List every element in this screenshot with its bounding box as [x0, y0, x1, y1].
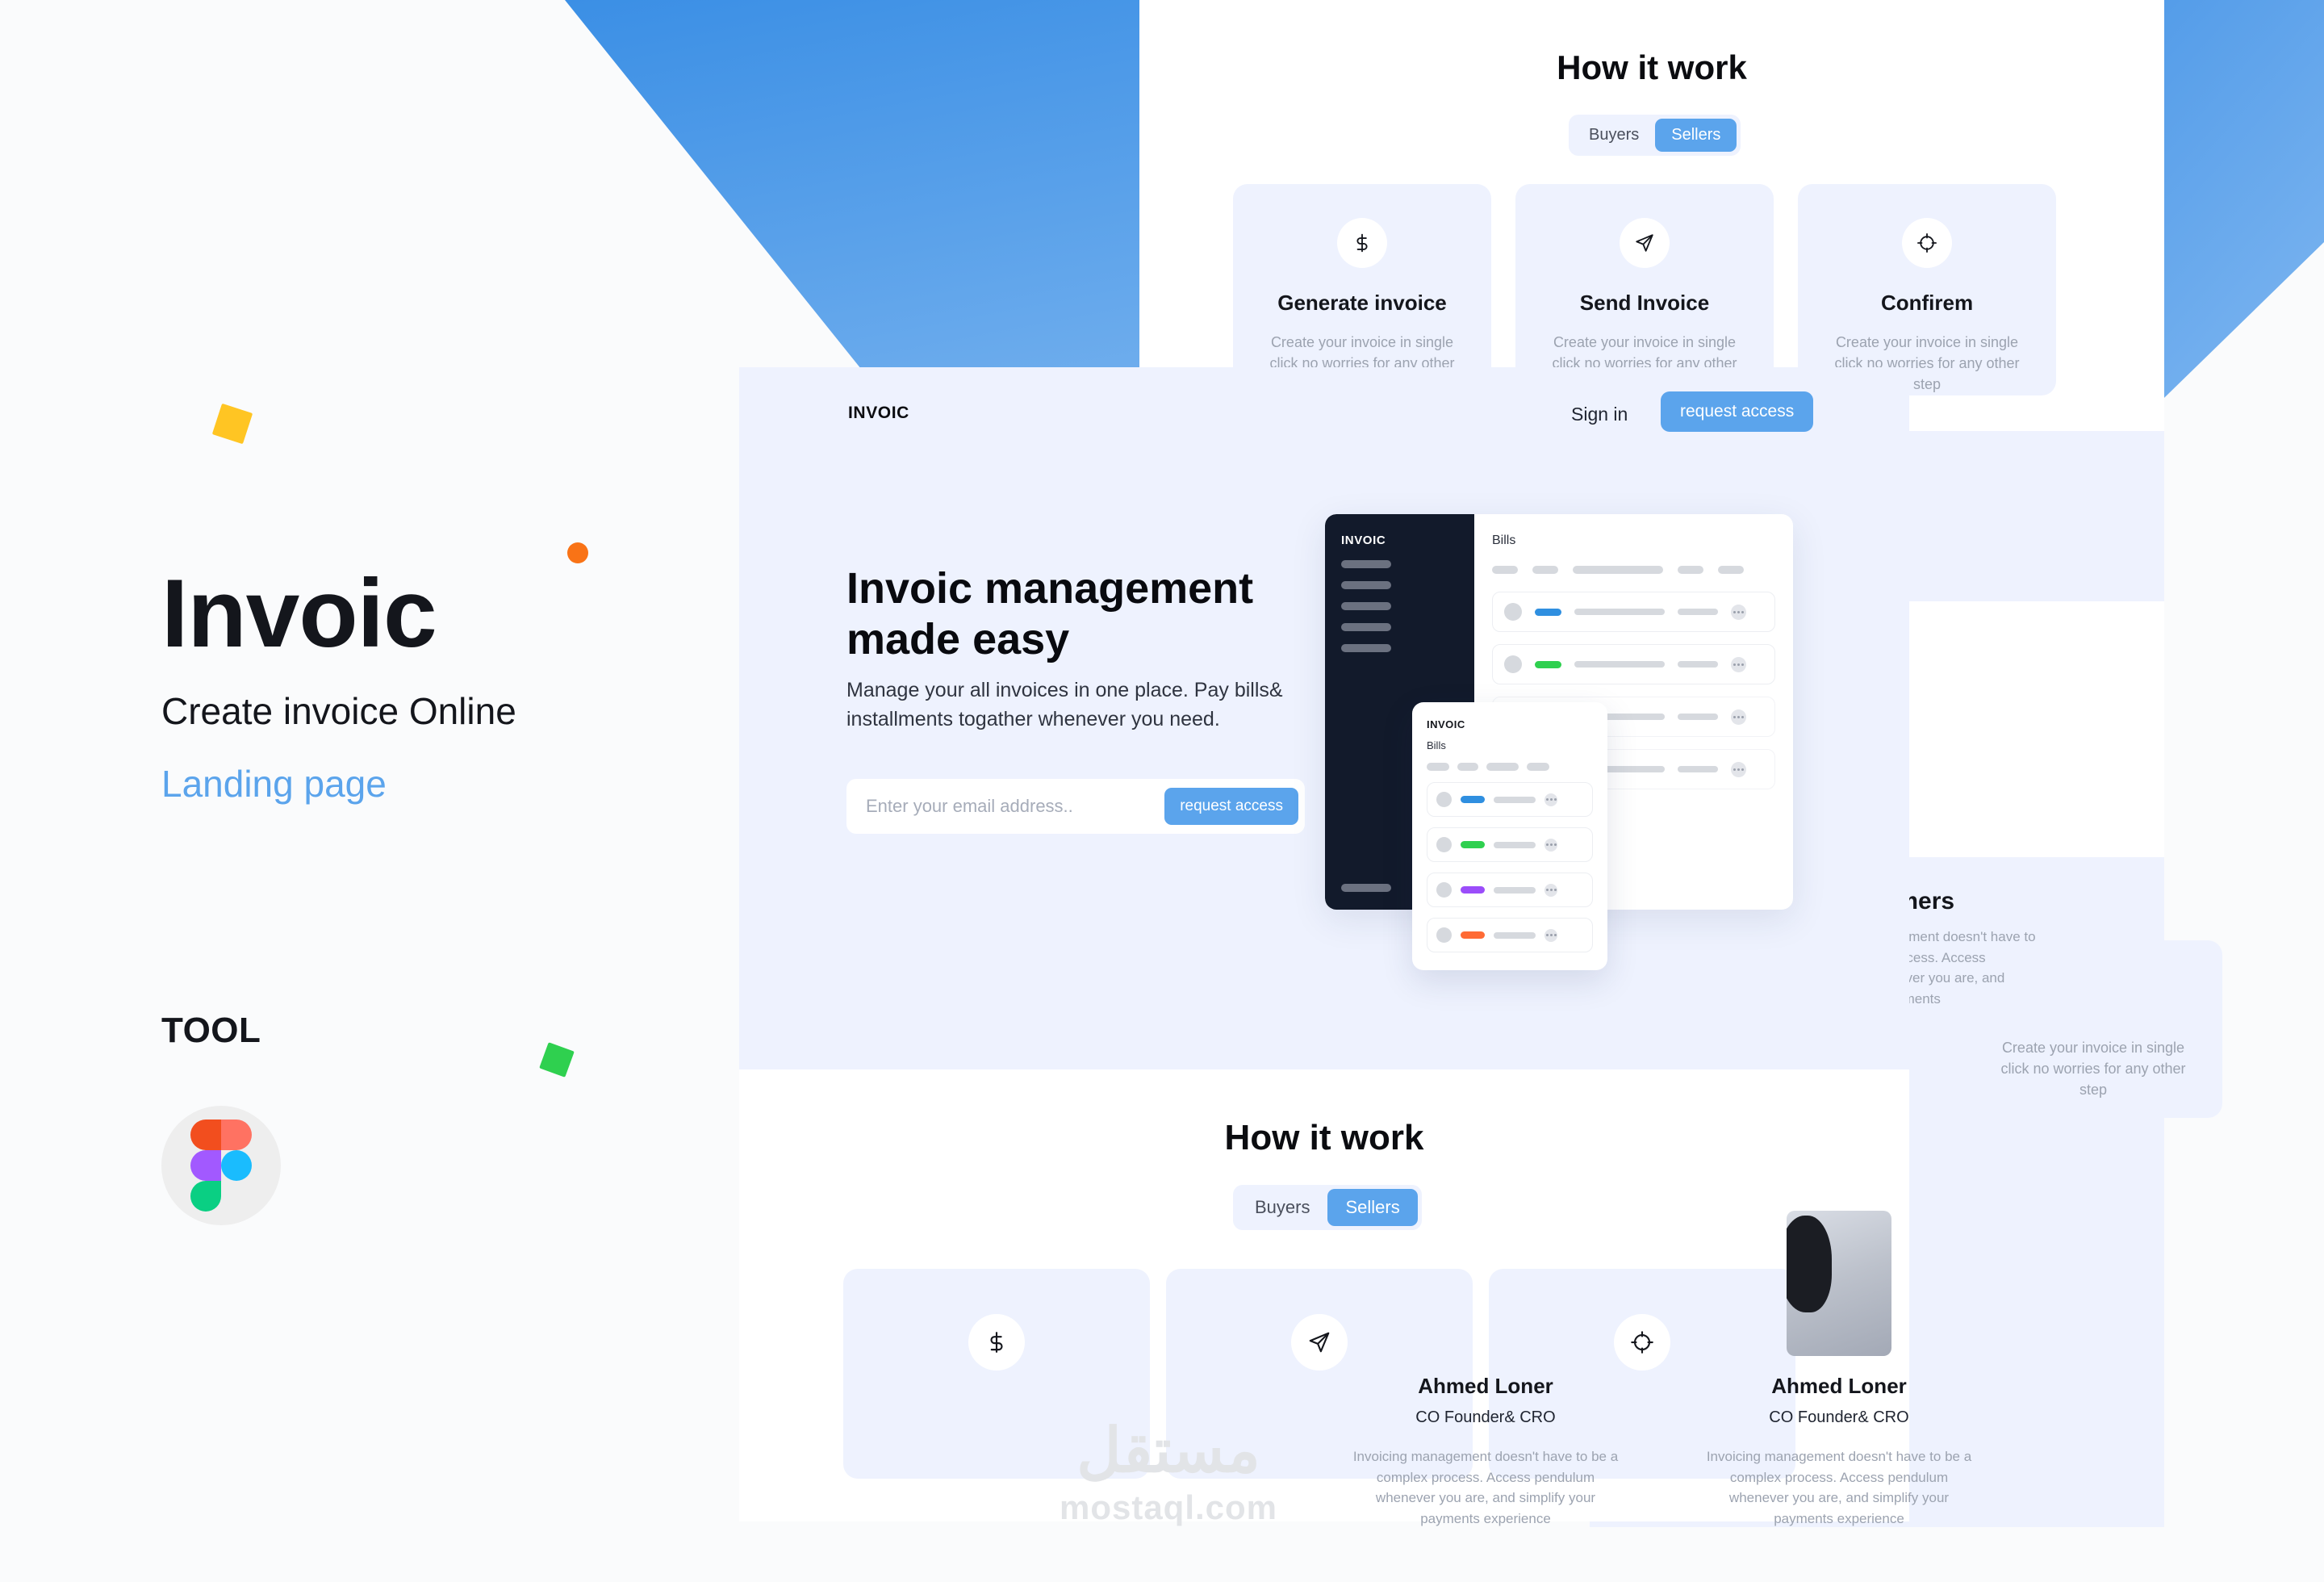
float-card-row[interactable]: [1427, 827, 1593, 862]
row-more-icon[interactable]: [1544, 838, 1557, 852]
row-more-icon[interactable]: [1544, 928, 1557, 942]
row-avatar: [1436, 837, 1452, 852]
row-status-pill: [1535, 608, 1561, 616]
table-row[interactable]: [1492, 644, 1775, 684]
row-more-icon[interactable]: [1731, 656, 1746, 672]
step-title: Send Invoice: [1579, 291, 1710, 315]
dashboard-floating-card: INVOIC Bills: [1412, 702, 1607, 970]
row-bar: [1678, 661, 1718, 668]
row-status-pill: [1461, 886, 1485, 894]
sidebar-nav-placeholder[interactable]: [1341, 623, 1391, 631]
sidebar-nav-placeholder-bottom[interactable]: [1341, 884, 1391, 892]
toggle-option-buyers-bottom[interactable]: Buyers: [1237, 1189, 1327, 1226]
request-access-button[interactable]: request access: [1661, 391, 1814, 432]
cover-artboard: Invoic Create invoice Online Landing pag…: [0, 0, 2324, 1582]
row-more-icon[interactable]: [1544, 883, 1557, 897]
row-bar: [1678, 714, 1718, 720]
form-request-access-button[interactable]: request access: [1164, 788, 1298, 825]
row-status-pill: [1461, 931, 1485, 939]
sidebar-nav-placeholder[interactable]: [1341, 560, 1391, 568]
row-more-icon[interactable]: [1731, 761, 1746, 777]
audience-toggle-top[interactable]: Buyers Sellers: [1569, 115, 1741, 156]
row-bar: [1574, 609, 1665, 615]
avatar: [1787, 1211, 1891, 1356]
row-more-icon[interactable]: [1731, 709, 1746, 725]
float-card-row[interactable]: [1427, 782, 1593, 817]
tool-logo-badge: [161, 1106, 281, 1225]
send-icon: [1620, 218, 1670, 268]
how-it-work-top-title: How it work: [1557, 48, 1747, 86]
step-title: Generate invoice: [1277, 291, 1447, 315]
row-bar: [1494, 796, 1536, 803]
email-input[interactable]: [866, 796, 1165, 817]
row-more-icon[interactable]: [1731, 604, 1746, 620]
testimonial-role: CO Founder& CRO: [1769, 1408, 1909, 1426]
green-square-decoration: [539, 1042, 575, 1078]
float-card-header: [1427, 763, 1593, 771]
sidebar-nav-placeholder[interactable]: [1341, 602, 1391, 610]
sign-in-link[interactable]: Sign in: [1571, 404, 1628, 425]
testimonial-name: Ahmed Loner: [1771, 1374, 1907, 1398]
hero-paragraph: Manage your all invoices in one place. P…: [846, 679, 1283, 730]
row-bar: [1678, 609, 1718, 615]
toggle-option-buyers-top[interactable]: Buyers: [1573, 119, 1655, 152]
row-avatar: [1436, 927, 1452, 943]
cover-subtitle: Create invoice Online: [161, 690, 516, 732]
email-signup-form: request access: [846, 779, 1305, 834]
figma-logo: [190, 1120, 252, 1212]
table-row[interactable]: [1492, 592, 1775, 632]
row-bar: [1494, 886, 1536, 894]
float-card-title: Bills: [1427, 739, 1446, 751]
row-more-icon[interactable]: [1544, 793, 1557, 806]
orange-dot-decoration: [567, 542, 588, 563]
row-bar: [1494, 931, 1536, 939]
float-card-logo: INVOIC: [1427, 718, 1465, 730]
step-title: Confirem: [1880, 291, 1974, 315]
row-status-pill: [1535, 660, 1561, 668]
dollar-icon: [1337, 218, 1387, 268]
testimonial-card: Ahmed Loner CO Founder& CRO Invoicing ma…: [1328, 1211, 1643, 1529]
how-it-work-bottom-title: How it work: [1224, 1118, 1424, 1157]
cover-text-block: Invoic Create invoice Online Landing pag…: [161, 565, 726, 806]
step-card-send-invoice: Send Invoice Create your invoice in sing…: [1515, 184, 1774, 396]
sidebar-nav-placeholder[interactable]: [1341, 581, 1391, 589]
dashboard-mockup: INVOIC Bills INVOIC Bills: [1325, 514, 1793, 970]
hero-heading: Invoic management made easy: [846, 564, 1254, 663]
step-card-generate-invoice: Generate invoice Create your invoice in …: [1233, 184, 1491, 396]
toggle-option-sellers-top[interactable]: Sellers: [1655, 119, 1737, 152]
dashboard-table-header: [1492, 566, 1775, 574]
row-bar: [1574, 661, 1665, 668]
row-avatar: [1436, 792, 1452, 807]
testimonial-text: Invoicing management doesn't have to be …: [1706, 1449, 1972, 1526]
sidebar-nav-placeholder[interactable]: [1341, 644, 1391, 652]
float-card-row[interactable]: [1427, 918, 1593, 952]
testimonial-card: Ahmed Loner CO Founder& CRO Invoicing ma…: [1682, 1211, 1996, 1529]
row-bar: [1494, 841, 1536, 848]
row-status-pill: [1461, 841, 1485, 848]
step-card-bottom-generate: [843, 1269, 1150, 1479]
dashboard-table-title: Bills: [1492, 534, 1516, 547]
page-title: Invoic: [161, 559, 437, 668]
step-card-confirem: Confirem Create your invoice in single c…: [1798, 184, 2056, 396]
cover-kind-label: Landing page: [161, 763, 387, 805]
row-avatar: [1436, 882, 1452, 898]
float-card-row[interactable]: [1427, 873, 1593, 907]
target-icon: [1902, 218, 1952, 268]
row-status-pill: [1461, 796, 1485, 803]
testimonial-text: Invoicing management doesn't have to be …: [1352, 1449, 1619, 1526]
dollar-icon: [968, 1314, 1025, 1371]
hero-logo[interactable]: INVOIC: [848, 404, 909, 423]
row-avatar: [1504, 655, 1522, 673]
testimonial-role: CO Founder& CRO: [1415, 1408, 1556, 1426]
tool-heading: TOOL: [161, 1011, 261, 1050]
row-bar: [1678, 766, 1718, 772]
row-avatar: [1504, 603, 1522, 621]
testimonial-name: Ahmed Loner: [1418, 1374, 1553, 1398]
dashboard-sidebar-logo: INVOIC: [1341, 534, 1386, 547]
